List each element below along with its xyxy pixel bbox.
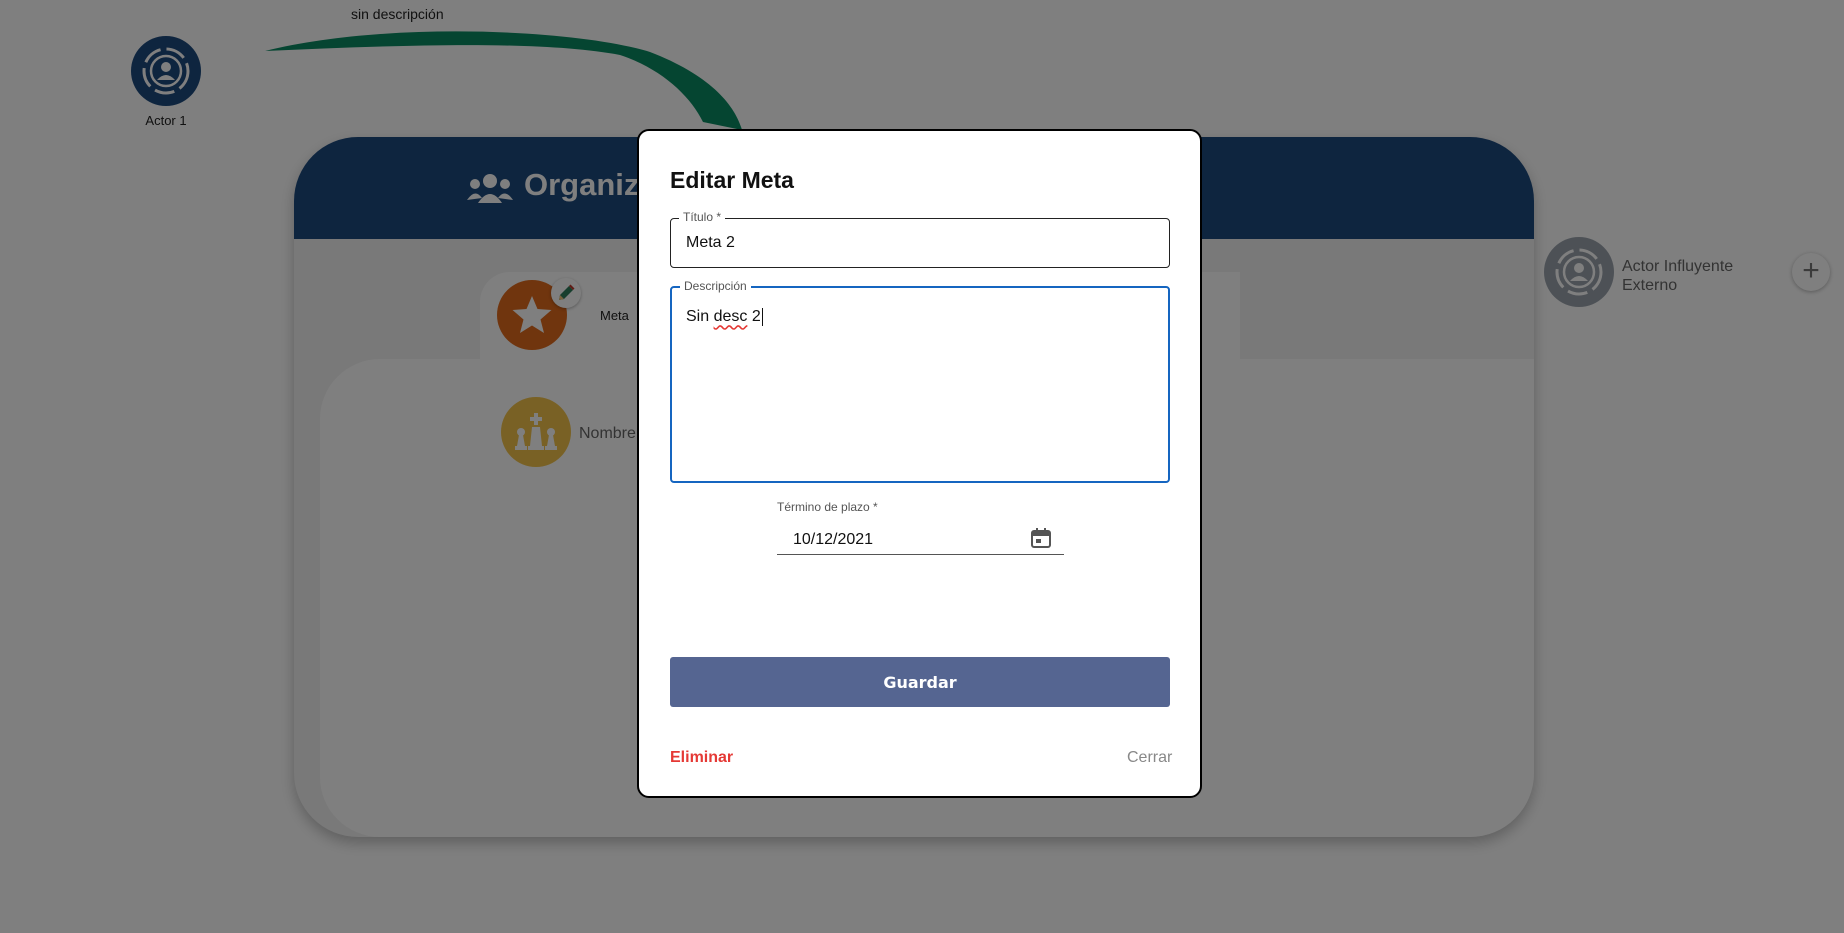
deadline-value[interactable]: 10/12/2021 bbox=[793, 531, 873, 549]
save-button[interactable]: Guardar bbox=[670, 657, 1170, 707]
description-field-label: Descripción bbox=[680, 279, 751, 293]
deadline-field[interactable]: 10/12/2021 bbox=[777, 520, 1064, 555]
description-text-end: 2 bbox=[747, 308, 761, 326]
delete-button[interactable]: Eliminar bbox=[670, 749, 733, 767]
description-field[interactable]: Descripción Sin desc 2 bbox=[670, 279, 1170, 483]
misspelled-word: desc bbox=[713, 308, 748, 326]
calendar-icon[interactable] bbox=[1030, 527, 1052, 549]
edit-goal-dialog: Editar Meta Título * Meta 2 Descripción … bbox=[637, 129, 1202, 798]
description-text-start: Sin bbox=[686, 308, 714, 326]
description-field-value[interactable]: Sin desc 2 bbox=[686, 308, 763, 326]
close-button[interactable]: Cerrar bbox=[1127, 749, 1172, 767]
deadline-field-label: Término de plazo * bbox=[777, 500, 878, 514]
title-field[interactable]: Título * Meta 2 bbox=[670, 210, 1170, 268]
title-field-label: Título * bbox=[679, 210, 726, 224]
text-caret bbox=[761, 308, 763, 326]
dialog-title: Editar Meta bbox=[670, 167, 794, 193]
title-field-value[interactable]: Meta 2 bbox=[686, 234, 735, 252]
